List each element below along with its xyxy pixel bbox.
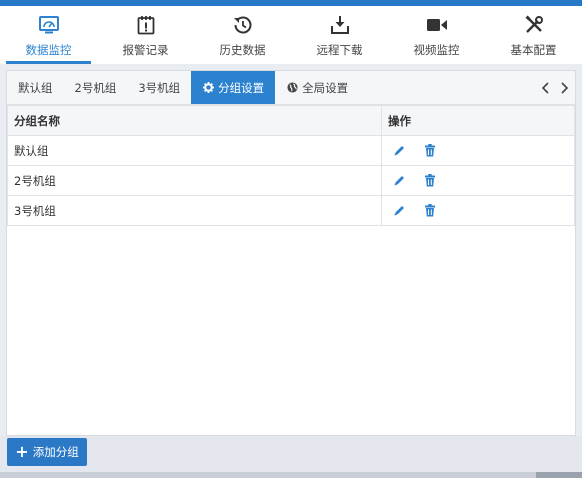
actions-cell xyxy=(381,135,575,166)
main-nav: 数据监控 报警记录 历史数据 远程下载 视频监控 基本配置 xyxy=(0,6,582,64)
column-header-group-name: 分组名称 xyxy=(7,105,382,136)
add-group-label: 添加分组 xyxy=(32,445,79,459)
tab-label: 全局设置 xyxy=(302,80,349,95)
group-name-cell: 3号机组 xyxy=(7,195,382,226)
tab-default-group[interactable]: 默认组 xyxy=(7,71,64,104)
download-icon xyxy=(329,14,351,36)
table-row: 2号机组 xyxy=(7,165,575,196)
table-header-row: 分组名称 操作 xyxy=(7,105,575,136)
delete-trash-icon[interactable] xyxy=(423,174,437,188)
plus-icon: + xyxy=(15,442,29,461)
tab-scroll-arrows xyxy=(539,71,571,105)
nav-basic-config[interactable]: 基本配置 xyxy=(485,6,582,64)
alarm-calendar-icon xyxy=(135,14,157,36)
group-name-cell: 2号机组 xyxy=(7,165,382,196)
chevron-right-icon[interactable] xyxy=(559,81,571,95)
tab-unit-2[interactable]: 2号机组 xyxy=(64,71,128,104)
tab-label: 2号机组 xyxy=(74,80,117,95)
delete-trash-icon[interactable] xyxy=(423,204,437,218)
edit-pencil-icon[interactable] xyxy=(392,174,406,188)
nav-label: 远程下载 xyxy=(316,43,363,57)
tab-label: 分组设置 xyxy=(218,80,265,95)
nav-label: 数据监控 xyxy=(25,43,72,57)
nav-label: 基本配置 xyxy=(510,43,557,57)
group-name-cell: 默认组 xyxy=(7,135,382,166)
actions-cell xyxy=(381,195,575,226)
nav-label: 报警记录 xyxy=(122,43,169,57)
table-row: 3号机组 xyxy=(7,195,575,226)
nav-video-monitor[interactable]: 视频监控 xyxy=(388,6,485,64)
table-row: 默认组 xyxy=(7,135,575,166)
chevron-left-icon[interactable] xyxy=(539,81,551,95)
tab-label: 3号机组 xyxy=(138,80,181,95)
group-table: 分组名称 操作 默认组 2号机组 3号机组 xyxy=(7,105,575,226)
actions-cell xyxy=(381,165,575,196)
nav-label: 历史数据 xyxy=(219,43,266,57)
nav-label: 视频监控 xyxy=(413,43,460,57)
nav-history-data[interactable]: 历史数据 xyxy=(194,6,291,64)
nav-alarm-records[interactable]: 报警记录 xyxy=(97,6,194,64)
column-header-actions: 操作 xyxy=(381,105,575,136)
delete-trash-icon[interactable] xyxy=(423,144,437,158)
tab-label: 默认组 xyxy=(18,80,53,95)
nav-data-monitor[interactable]: 数据监控 xyxy=(0,6,97,64)
globe-icon xyxy=(286,82,298,94)
edit-pencil-icon[interactable] xyxy=(392,144,406,158)
video-camera-icon xyxy=(426,14,448,36)
tools-icon xyxy=(523,14,545,36)
tab-group-settings[interactable]: 分组设置 xyxy=(191,71,276,104)
footer-bar: + 添加分组 xyxy=(0,436,582,472)
edit-pencil-icon[interactable] xyxy=(392,204,406,218)
gear-icon xyxy=(202,82,214,94)
tab-unit-3[interactable]: 3号机组 xyxy=(127,71,191,104)
content-panel: 默认组 2号机组 3号机组 分组设置 全局设置 分组名称 操作 默认组 2号机组… xyxy=(6,70,576,436)
history-clock-icon xyxy=(232,14,254,36)
add-group-button[interactable]: + 添加分组 xyxy=(7,438,87,466)
tab-global-settings[interactable]: 全局设置 xyxy=(275,71,359,104)
nav-remote-download[interactable]: 远程下载 xyxy=(291,6,388,64)
group-tabs: 默认组 2号机组 3号机组 分组设置 全局设置 xyxy=(7,71,575,105)
horizontal-scrollbar[interactable] xyxy=(0,472,582,478)
dashboard-monitor-icon xyxy=(38,14,60,36)
